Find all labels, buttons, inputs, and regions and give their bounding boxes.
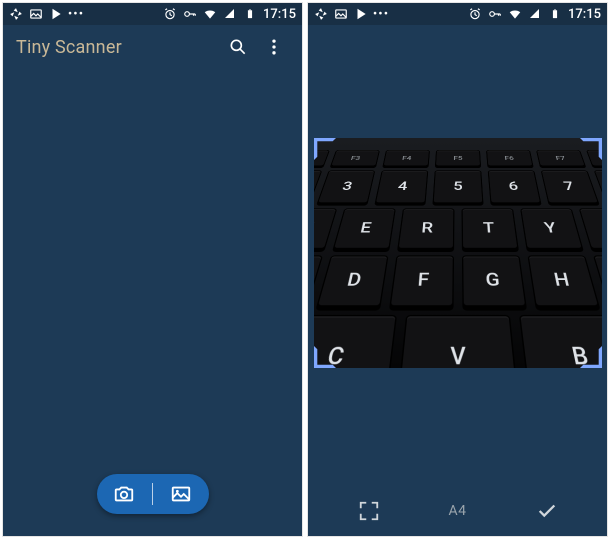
app-bar: Tiny Scanner bbox=[3, 25, 302, 69]
gallery-button[interactable] bbox=[153, 474, 209, 514]
wifi-icon bbox=[203, 7, 217, 21]
camera-icon bbox=[113, 483, 135, 505]
more-icon: ••• bbox=[374, 7, 388, 21]
app-title: Tiny Scanner bbox=[13, 37, 220, 58]
camera-button[interactable] bbox=[97, 474, 153, 514]
pinwheel-icon bbox=[9, 7, 23, 21]
search-icon bbox=[228, 37, 248, 57]
picture-icon bbox=[29, 7, 43, 21]
status-time: 17:15 bbox=[263, 7, 296, 22]
alarm-icon bbox=[468, 7, 482, 21]
battery-icon bbox=[243, 7, 257, 21]
play-icon bbox=[49, 7, 63, 21]
status-bar: ••• 17:15 bbox=[308, 3, 607, 25]
more-vert-icon bbox=[264, 37, 284, 57]
fullscreen-icon bbox=[358, 500, 380, 522]
signal-icon bbox=[223, 7, 237, 21]
battery-icon bbox=[548, 7, 562, 21]
status-time: 17:15 bbox=[568, 7, 601, 22]
paper-size-button[interactable]: A4 bbox=[413, 503, 502, 519]
keyboard-photo: F2F3F4F5F6F7F8 2 3 4 5 6 7 8 W E R T Y bbox=[314, 138, 602, 368]
search-button[interactable] bbox=[220, 29, 256, 65]
scan-fab bbox=[97, 474, 209, 514]
key-icon bbox=[183, 7, 197, 21]
signal-icon bbox=[528, 7, 542, 21]
fullscreen-button[interactable] bbox=[324, 500, 413, 522]
picture-icon bbox=[334, 7, 348, 21]
more-icon: ••• bbox=[69, 7, 83, 21]
crop-toolbar: A4 bbox=[308, 486, 607, 536]
overflow-menu-button[interactable] bbox=[256, 29, 292, 65]
screenshot-right: ••• 17:15 F2F3F4F5F6F7F8 bbox=[307, 2, 608, 537]
gallery-icon bbox=[170, 483, 192, 505]
alarm-icon bbox=[163, 7, 177, 21]
screenshot-left: ••• 17:15 Tiny Scanner bbox=[2, 2, 303, 537]
crop-preview[interactable]: F2F3F4F5F6F7F8 2 3 4 5 6 7 8 W E R T Y bbox=[314, 138, 602, 368]
wifi-icon bbox=[508, 7, 522, 21]
key-icon bbox=[488, 7, 502, 21]
paper-size-label: A4 bbox=[448, 503, 466, 519]
confirm-button[interactable] bbox=[502, 500, 591, 522]
check-icon bbox=[536, 500, 558, 522]
play-icon bbox=[354, 7, 368, 21]
status-bar: ••• 17:15 bbox=[3, 3, 302, 25]
pinwheel-icon bbox=[314, 7, 328, 21]
